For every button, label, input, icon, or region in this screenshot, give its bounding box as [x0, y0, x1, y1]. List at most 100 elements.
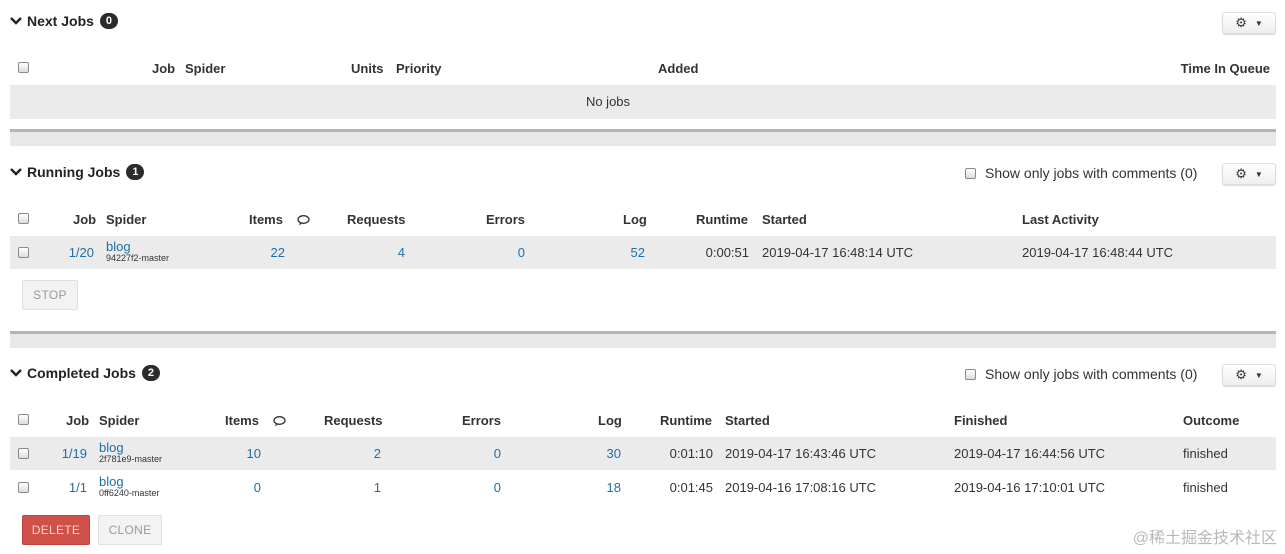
started-value: 2019-04-16 17:08:16 UTC	[725, 480, 877, 495]
column-header-spider[interactable]: Spider	[99, 413, 139, 428]
comments-filter-checkbox[interactable]	[965, 167, 976, 179]
log-link[interactable]: 18	[576, 480, 621, 495]
errors-link[interactable]: 0	[456, 480, 501, 495]
column-header-runtime[interactable]: Runtime	[660, 413, 712, 428]
requests-link[interactable]: 4	[360, 245, 405, 260]
job-id-link[interactable]: 1/20	[50, 245, 94, 260]
comment-icon	[297, 215, 310, 226]
finished-value: 2019-04-17 16:44:56 UTC	[954, 446, 1106, 461]
column-header-priority[interactable]: Priority	[396, 61, 442, 76]
gear-icon: ⚙	[1235, 166, 1247, 181]
running-jobs-count-badge: 1	[126, 164, 145, 180]
column-header-items[interactable]: Items	[225, 413, 259, 428]
items-link[interactable]: 0	[216, 480, 261, 495]
row-checkbox[interactable]	[18, 247, 29, 258]
log-link[interactable]: 30	[576, 446, 621, 461]
spider-version: 94227f2-master	[106, 253, 170, 263]
column-header-units[interactable]: Units	[351, 61, 384, 76]
column-header-log[interactable]: Log	[623, 212, 647, 227]
delete-button[interactable]: DELETE	[22, 515, 90, 545]
next-jobs-count-badge: 0	[99, 13, 119, 29]
chevron-down-icon	[10, 168, 22, 176]
runtime-value: 0:01:10	[669, 446, 713, 461]
column-header-job[interactable]: Job	[66, 413, 89, 428]
row-checkbox[interactable]	[18, 448, 29, 459]
running-jobs-section: Running Jobs 1 Show only jobs with comme…	[10, 150, 1276, 330]
outcome-value: finished	[1183, 480, 1228, 495]
running-comments-filter[interactable]: Show only jobs with comments (0)	[965, 165, 1197, 181]
next-jobs-settings-button[interactable]: ⚙ ▼	[1222, 12, 1276, 34]
completed-jobs-toggle[interactable]: Completed Jobs 2	[10, 365, 161, 381]
spider-link[interactable]: blog	[106, 239, 131, 254]
log-link[interactable]: 52	[600, 245, 645, 260]
next-jobs-toggle[interactable]: Next Jobs 0	[10, 13, 119, 29]
section-divider	[10, 129, 1276, 146]
column-header-log[interactable]: Log	[598, 413, 622, 428]
column-header-spider[interactable]: Spider	[185, 61, 225, 76]
column-header-errors[interactable]: Errors	[486, 212, 525, 227]
column-header-added[interactable]: Added	[658, 61, 698, 76]
clone-button[interactable]: CLONE	[98, 515, 162, 545]
column-header-spider[interactable]: Spider	[106, 212, 146, 227]
no-jobs-message: No jobs	[585, 94, 631, 109]
caret-down-icon: ▼	[1254, 169, 1263, 179]
table-row: 1/20 blog 94227f2-master 22 4 0 52 0:00:…	[10, 236, 1276, 269]
column-header-started[interactable]: Started	[725, 413, 770, 428]
comment-icon	[273, 416, 286, 427]
spider-link[interactable]: blog	[99, 440, 124, 455]
column-header-job[interactable]: Job	[152, 61, 175, 76]
column-header-items[interactable]: Items	[249, 212, 283, 227]
running-jobs-toggle[interactable]: Running Jobs 1	[10, 164, 145, 180]
runtime-value: 0:01:45	[669, 480, 713, 495]
runtime-value: 0:00:51	[705, 245, 749, 260]
spider-version: 2f781e9-master	[99, 454, 163, 464]
stop-button[interactable]: STOP	[22, 280, 78, 310]
comments-filter-checkbox[interactable]	[965, 368, 976, 380]
completed-jobs-section: Completed Jobs 2 Show only jobs with com…	[10, 351, 1276, 554]
caret-down-icon: ▼	[1254, 370, 1263, 380]
items-link[interactable]: 10	[216, 446, 261, 461]
next-jobs-section: Next Jobs 0 ⚙ ▼ Job Spider Units Priority…	[10, 0, 1276, 130]
completed-jobs-settings-button[interactable]: ⚙ ▼	[1222, 364, 1276, 386]
column-header-requests[interactable]: Requests	[347, 212, 406, 227]
table-row: 1/1 blog 0ff6240-master 0 1 0 18 0:01:45…	[10, 471, 1276, 504]
column-header-time-in-queue[interactable]: Time In Queue	[1181, 61, 1270, 76]
running-jobs-select-all-checkbox[interactable]	[18, 213, 29, 224]
column-header-last-activity[interactable]: Last Activity	[1022, 212, 1099, 227]
spider-link[interactable]: blog	[99, 474, 124, 489]
finished-value: 2019-04-16 17:10:01 UTC	[954, 480, 1106, 495]
requests-link[interactable]: 1	[336, 480, 381, 495]
errors-link[interactable]: 0	[456, 446, 501, 461]
table-row: 1/19 blog 2f781e9-master 10 2 0 30 0:01:…	[10, 437, 1276, 470]
section-divider	[10, 331, 1276, 348]
errors-link[interactable]: 0	[480, 245, 525, 260]
column-header-outcome[interactable]: Outcome	[1183, 413, 1239, 428]
watermark-text: @稀土掘金技术社区	[1132, 530, 1277, 547]
completed-jobs-count-badge: 2	[141, 365, 161, 381]
column-header-errors[interactable]: Errors	[462, 413, 501, 428]
next-jobs-select-all-checkbox[interactable]	[18, 62, 29, 73]
column-header-finished[interactable]: Finished	[954, 413, 1007, 428]
comments-filter-label: Show only jobs with comments (0)	[985, 165, 1198, 181]
column-header-job[interactable]: Job	[73, 212, 96, 227]
chevron-down-icon	[10, 17, 22, 25]
column-header-requests[interactable]: Requests	[324, 413, 383, 428]
caret-down-icon: ▼	[1254, 18, 1263, 28]
completed-jobs-select-all-checkbox[interactable]	[18, 414, 29, 425]
job-id-link[interactable]: 1/19	[43, 446, 87, 461]
spider-version: 0ff6240-master	[99, 488, 160, 498]
running-jobs-settings-button[interactable]: ⚙ ▼	[1222, 163, 1276, 185]
chevron-down-icon	[10, 369, 22, 377]
started-value: 2019-04-17 16:43:46 UTC	[725, 446, 877, 461]
gear-icon: ⚙	[1235, 367, 1247, 382]
items-link[interactable]: 22	[240, 245, 285, 260]
row-checkbox[interactable]	[18, 482, 29, 493]
job-id-link[interactable]: 1/1	[43, 480, 87, 495]
column-header-runtime[interactable]: Runtime	[696, 212, 748, 227]
column-header-started[interactable]: Started	[762, 212, 807, 227]
last-activity-value: 2019-04-17 16:48:44 UTC	[1022, 245, 1174, 260]
completed-comments-filter[interactable]: Show only jobs with comments (0)	[965, 366, 1197, 382]
requests-link[interactable]: 2	[336, 446, 381, 461]
started-value: 2019-04-17 16:48:14 UTC	[762, 245, 914, 260]
completed-jobs-title: Completed Jobs	[27, 365, 136, 381]
